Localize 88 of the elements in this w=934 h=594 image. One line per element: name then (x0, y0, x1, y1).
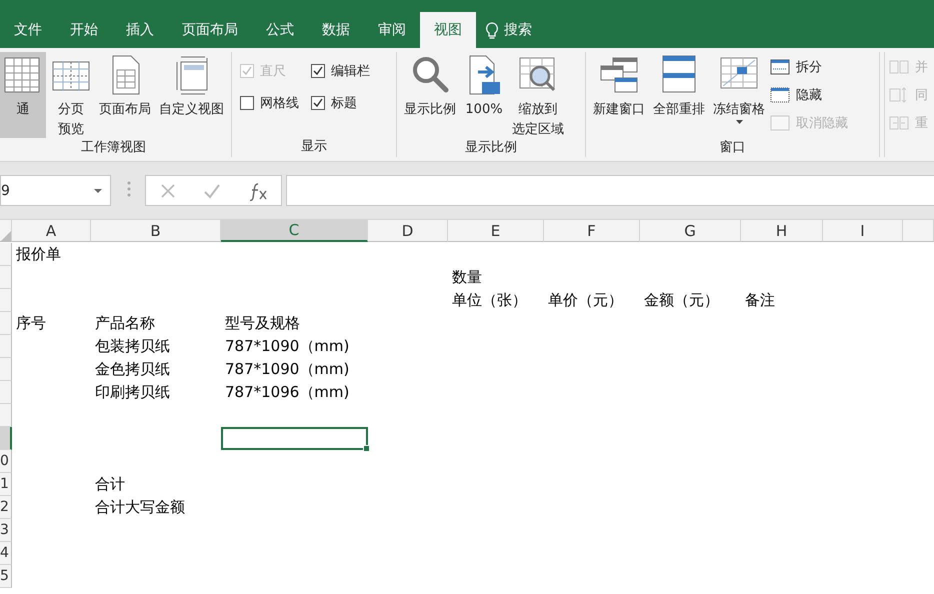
function-icon (249, 180, 268, 200)
row-header[interactable] (0, 266, 12, 289)
ribbon-tab[interactable]: 审阅 (364, 12, 420, 48)
row-header[interactable] (0, 312, 12, 335)
cancel-icon (160, 182, 176, 198)
column-header[interactable]: G (640, 220, 741, 242)
column-header[interactable]: D (368, 220, 448, 242)
column-header[interactable]: B (91, 220, 221, 242)
column-header[interactable] (903, 220, 934, 242)
ribbon-button[interactable]: 自定义视图 (156, 52, 227, 138)
ribbon-tab[interactable]: 数据 (308, 12, 364, 48)
cell-text: 产品名称 (95, 314, 155, 333)
ribbon-tab[interactable]: 开始 (56, 12, 112, 48)
column-header[interactable]: H (741, 220, 823, 242)
cell-text: 合计 (95, 475, 125, 494)
grip-icon (127, 180, 131, 196)
group-label: 显示 (300, 138, 328, 156)
cell-text: 金色拷贝纸 (95, 360, 170, 379)
row-header[interactable]: 4 (0, 542, 12, 565)
column-header[interactable]: E (448, 220, 544, 242)
cell-text: 报价单 (16, 245, 61, 264)
cell-text: 单位（张） (452, 291, 527, 310)
formula-input[interactable] (286, 175, 934, 206)
check-icon (312, 97, 324, 109)
ribbon-tab[interactable]: 插入 (112, 12, 168, 48)
ribbon-tab[interactable]: 视图 (420, 12, 476, 48)
lightbulb-icon (484, 20, 500, 40)
ribbon-tab[interactable]: 页面布局 (168, 12, 252, 48)
row-header[interactable]: 0 (0, 450, 12, 473)
row-header[interactable] (0, 427, 12, 450)
row-header[interactable] (0, 404, 12, 427)
ribbon-button[interactable]: 页面布局 (96, 52, 154, 138)
dotted-window-icon (770, 87, 790, 103)
row-header[interactable] (0, 335, 12, 358)
checkbox[interactable]: 编辑栏 (311, 62, 370, 80)
ribbon-button[interactable]: 新建窗口 (590, 52, 648, 138)
row-header[interactable] (0, 358, 12, 381)
cell-text: 787*1096（mm) (225, 383, 350, 402)
selected-cell[interactable] (221, 427, 368, 450)
cell-text: 包装拷贝纸 (95, 337, 170, 356)
row-header[interactable] (0, 243, 12, 266)
caret-icon (94, 188, 102, 192)
ribbon-tab[interactable]: 公式 (252, 12, 308, 48)
triangle-icon (1, 231, 11, 241)
check-icon (312, 65, 324, 77)
cell-text: 金额（元） (644, 291, 719, 310)
column-header[interactable]: A (12, 220, 91, 242)
ribbon-button[interactable]: 冻结窗格 (710, 52, 768, 138)
column-header[interactable]: I (823, 220, 903, 242)
check-icon (241, 65, 253, 77)
cell-text: 型号及规格 (225, 314, 300, 333)
window-icon (770, 115, 790, 131)
row-header[interactable] (0, 381, 12, 404)
ribbon-button[interactable]: 拆分 (770, 56, 848, 78)
group-label: 显示比例 (464, 139, 518, 157)
cell-text: 序号 (16, 314, 46, 333)
row-header[interactable]: 1 (0, 473, 12, 496)
cell-text: 单价（元） (548, 291, 623, 310)
cell-text: 数量 (452, 268, 482, 287)
group-label: 工作簿视图 (80, 139, 147, 157)
group-label: 窗口 (718, 139, 746, 157)
search-button[interactable]: 搜索 (478, 12, 538, 48)
row-header[interactable]: 2 (0, 496, 12, 519)
cell-text: 787*1090（mm) (225, 337, 350, 356)
row-header[interactable] (0, 289, 12, 312)
checkbox[interactable]: 标题 (311, 94, 370, 112)
column-header[interactable]: C (221, 220, 368, 242)
check-icon (203, 182, 222, 198)
row-header[interactable]: 5 (0, 565, 12, 588)
ribbon-button[interactable]: 100% (461, 52, 507, 138)
ribbon-button[interactable]: 分页 预览 (48, 52, 94, 138)
row-header[interactable]: 3 (0, 519, 12, 542)
ribbon-tab[interactable]: 文件 (0, 12, 56, 48)
split-window-icon (770, 59, 790, 75)
fill-handle[interactable] (363, 445, 370, 452)
ribbon-button[interactable]: 隐藏 (770, 84, 848, 106)
name-box[interactable]: 9 (0, 175, 111, 206)
column-header[interactable]: F (544, 220, 640, 242)
cell-text: 备注 (745, 291, 775, 310)
ribbon-button[interactable]: 显示比例 (401, 52, 459, 138)
ribbon-button[interactable]: 缩放到 选定区域 (509, 52, 567, 138)
cell-text: 合计大写金额 (95, 498, 185, 517)
cell-text: 787*1090（mm) (225, 360, 350, 379)
ribbon-button[interactable]: 全部重排 (650, 52, 708, 138)
select-all-corner[interactable] (0, 220, 12, 242)
checkbox[interactable]: 网格线 (240, 94, 299, 112)
cell-text: 印刷拷贝纸 (95, 383, 170, 402)
ribbon-button[interactable]: 通 (0, 52, 46, 138)
